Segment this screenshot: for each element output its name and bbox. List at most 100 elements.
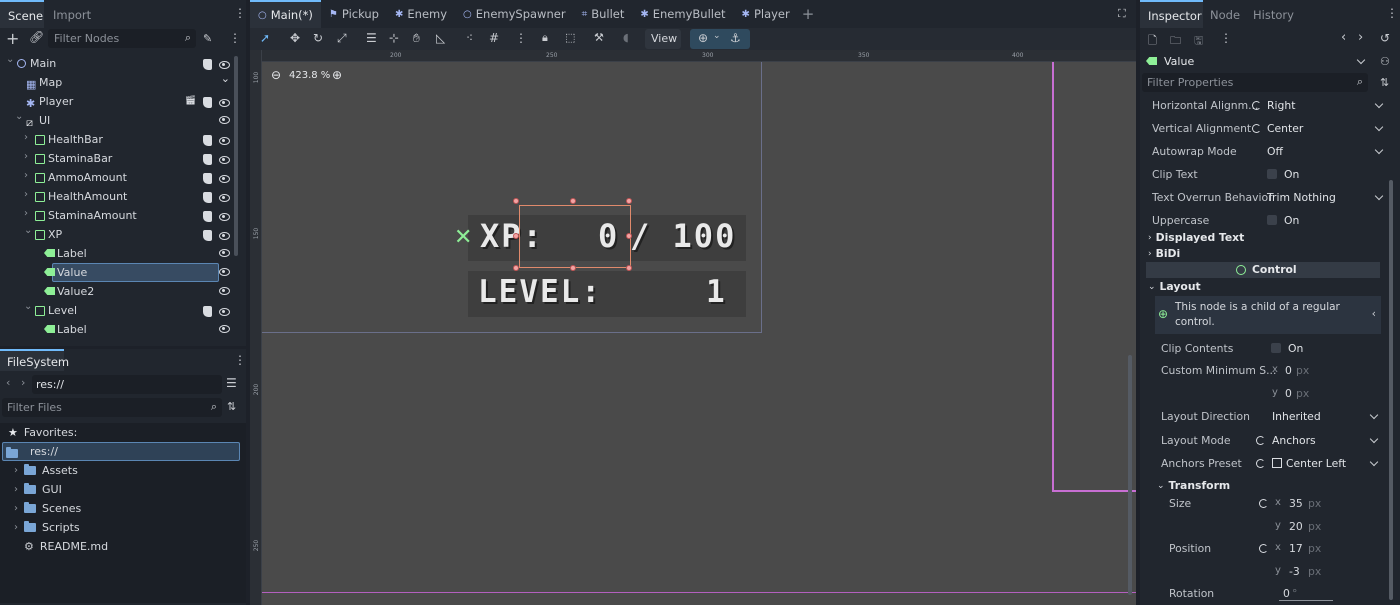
visibility-eye-icon[interactable] <box>219 174 230 183</box>
path-field[interactable]: res:// <box>32 375 222 394</box>
tree-item-value2[interactable]: Value2 <box>0 282 238 301</box>
script-icon[interactable] <box>203 59 212 70</box>
collapse-arrow-icon[interactable]: › <box>24 170 28 181</box>
visibility-eye-icon[interactable] <box>219 212 230 221</box>
grid-snap-icon[interactable]: # <box>489 31 499 45</box>
history-back-icon[interactable]: ‹ <box>1341 30 1346 45</box>
bone-icon[interactable]: ⚒ <box>594 31 604 44</box>
editor-tab-player[interactable]: ✱ Player <box>734 0 798 28</box>
lock-icon[interactable]: 🔒︎ <box>542 31 548 45</box>
visibility-eye-icon[interactable] <box>219 116 230 124</box>
anchor-gizmo-icon[interactable]: ✕ <box>454 225 472 250</box>
tree-item-main[interactable]: ⌄ Main <box>0 54 238 73</box>
checkbox[interactable] <box>1271 343 1281 353</box>
script-icon[interactable] <box>203 135 212 146</box>
visibility-eye-icon[interactable] <box>219 287 230 295</box>
section-layout[interactable]: ⌄ Layout <box>1148 279 1384 294</box>
viewport[interactable]: 200 250 300 350 400 100 150 200 250 ⊖ 42… <box>250 50 1136 605</box>
kebab-menu-icon[interactable]: ⋮ <box>515 31 527 45</box>
script-icon[interactable] <box>203 211 212 222</box>
node-info-icon[interactable]: ⚇ <box>1380 55 1390 68</box>
prop-custom-min-size[interactable]: Custom Minimum S... x 0 px y 0 px <box>1155 360 1385 406</box>
script-icon[interactable] <box>203 154 212 165</box>
file-root-item[interactable]: res:// <box>2 442 240 461</box>
min-size-y[interactable]: 0 <box>1285 387 1292 400</box>
reset-icon[interactable] <box>1252 101 1261 110</box>
resize-handle[interactable] <box>570 198 576 204</box>
favorites-item[interactable]: ★ Favorites: <box>8 423 77 442</box>
section-bidi[interactable]: › BiDi <box>1148 246 1384 261</box>
visibility-eye-icon[interactable] <box>219 268 230 276</box>
smart-snap-icon[interactable]: ⁖ <box>466 31 473 45</box>
reset-icon[interactable] <box>1259 499 1268 508</box>
sort-icon[interactable]: ⇅ <box>1380 76 1389 89</box>
clapper-icon[interactable]: 🎬︎ <box>185 96 196 106</box>
filter-files-input[interactable]: Filter Files ⌕ <box>2 398 222 417</box>
kebab-menu-icon[interactable]: ⋮ <box>1386 6 1398 20</box>
add-node-icon[interactable]: + <box>6 29 19 48</box>
scale-tool-icon[interactable]: ⤢ <box>337 31 347 46</box>
node-selector[interactable]: Value <box>1142 52 1372 71</box>
prop-rotation[interactable]: Rotation 0 ° <box>1163 584 1385 604</box>
reset-icon[interactable] <box>1252 124 1261 133</box>
visibility-eye-icon[interactable] <box>219 249 230 257</box>
pivot-tool-icon[interactable]: ⊹ <box>389 31 399 45</box>
collapse-arrow-icon[interactable]: › <box>24 208 28 219</box>
tree-item-label[interactable]: Label <box>0 244 238 263</box>
folder-item-gui[interactable]: › GUI <box>14 480 62 499</box>
tree-item-level[interactable]: ⌄ Level <box>0 301 238 320</box>
prop-clip-contents[interactable]: Clip Contents On <box>1155 338 1385 358</box>
history-forward-icon[interactable]: › <box>1358 30 1363 45</box>
kebab-menu-icon[interactable]: ⋮ <box>229 31 241 45</box>
rotation-value[interactable]: 0 <box>1283 587 1290 600</box>
folder-item-scenes[interactable]: › Scenes <box>14 499 81 518</box>
visibility-eye-icon[interactable] <box>219 325 230 333</box>
editor-tab-bullet[interactable]: ⌗ Bullet <box>574 0 633 28</box>
collapse-arrow-icon[interactable]: › <box>24 132 28 143</box>
move-tool-icon[interactable]: ✥ <box>290 31 300 45</box>
reset-icon[interactable] <box>1259 544 1268 553</box>
viewport-scrollbar[interactable] <box>1128 355 1132 595</box>
tab-scene[interactable]: Scene <box>0 0 44 28</box>
visibility-eye-icon[interactable] <box>219 136 230 145</box>
list-select-icon[interactable]: ☰ <box>366 31 377 45</box>
editor-tab-enemy[interactable]: ✱ Enemy <box>387 0 455 28</box>
tree-item-xp[interactable]: ⌄ XP <box>0 225 238 244</box>
prop-layout-mode[interactable]: Layout Mode Anchors <box>1155 430 1385 452</box>
forward-arrow-icon[interactable]: › <box>21 376 25 389</box>
collapse-arrow-icon[interactable]: › <box>24 151 28 162</box>
tree-item-map[interactable]: ▦ Map ⌄ <box>0 72 238 92</box>
visibility-eye-icon[interactable] <box>219 98 230 107</box>
visibility-eye-icon[interactable] <box>219 193 230 202</box>
script-icon[interactable] <box>203 173 212 184</box>
editor-tab-main[interactable]: ○ Main(*) <box>250 0 321 28</box>
prop-row[interactable]: Vertical Alignment Center <box>1146 117 1390 140</box>
back-arrow-icon[interactable]: ‹ <box>6 376 10 389</box>
resize-handle[interactable] <box>513 198 519 204</box>
editor-tab-pickup[interactable]: ⚑ Pickup <box>321 0 387 28</box>
section-transform[interactable]: ⌄ Transform <box>1157 478 1383 493</box>
open-folder-icon[interactable]: 🗀︎ <box>1170 32 1181 51</box>
tree-item-player[interactable]: ✱ Player 🎬︎ <box>0 92 238 111</box>
tab-inspector[interactable]: Inspector <box>1140 0 1203 28</box>
prop-size[interactable]: Size x 35 px y 20 px <box>1163 493 1385 539</box>
tree-item-staminabar[interactable]: › StaminaBar <box>0 149 238 168</box>
kebab-menu-icon[interactable]: ⋮ <box>234 6 246 20</box>
tab-node[interactable]: Node <box>1210 8 1240 22</box>
script-attach-icon[interactable]: ✎ <box>203 32 212 45</box>
size-x[interactable]: 35 <box>1289 497 1303 510</box>
position-y[interactable]: -3 <box>1289 565 1300 578</box>
expand-arrow-icon[interactable]: › <box>14 484 18 495</box>
prop-position[interactable]: Position x 17 px y -3 px <box>1163 538 1385 584</box>
size-y[interactable]: 20 <box>1289 520 1303 533</box>
expand-arrow-icon[interactable]: ⌄ <box>24 225 32 236</box>
rotate-tool-icon[interactable]: ↻ <box>313 31 323 45</box>
expand-arrow-icon[interactable]: ⌄ <box>6 54 14 65</box>
signal-icon[interactable]: ⌄ <box>221 72 230 85</box>
visibility-eye-icon[interactable] <box>219 231 230 240</box>
group-icon[interactable]: ⬚ <box>565 31 575 44</box>
visibility-eye-icon[interactable] <box>219 60 230 69</box>
resize-handle[interactable] <box>570 265 576 271</box>
tree-item-healthamount[interactable]: › HealthAmount <box>0 187 238 206</box>
tree-item-label[interactable]: Label <box>0 320 238 339</box>
